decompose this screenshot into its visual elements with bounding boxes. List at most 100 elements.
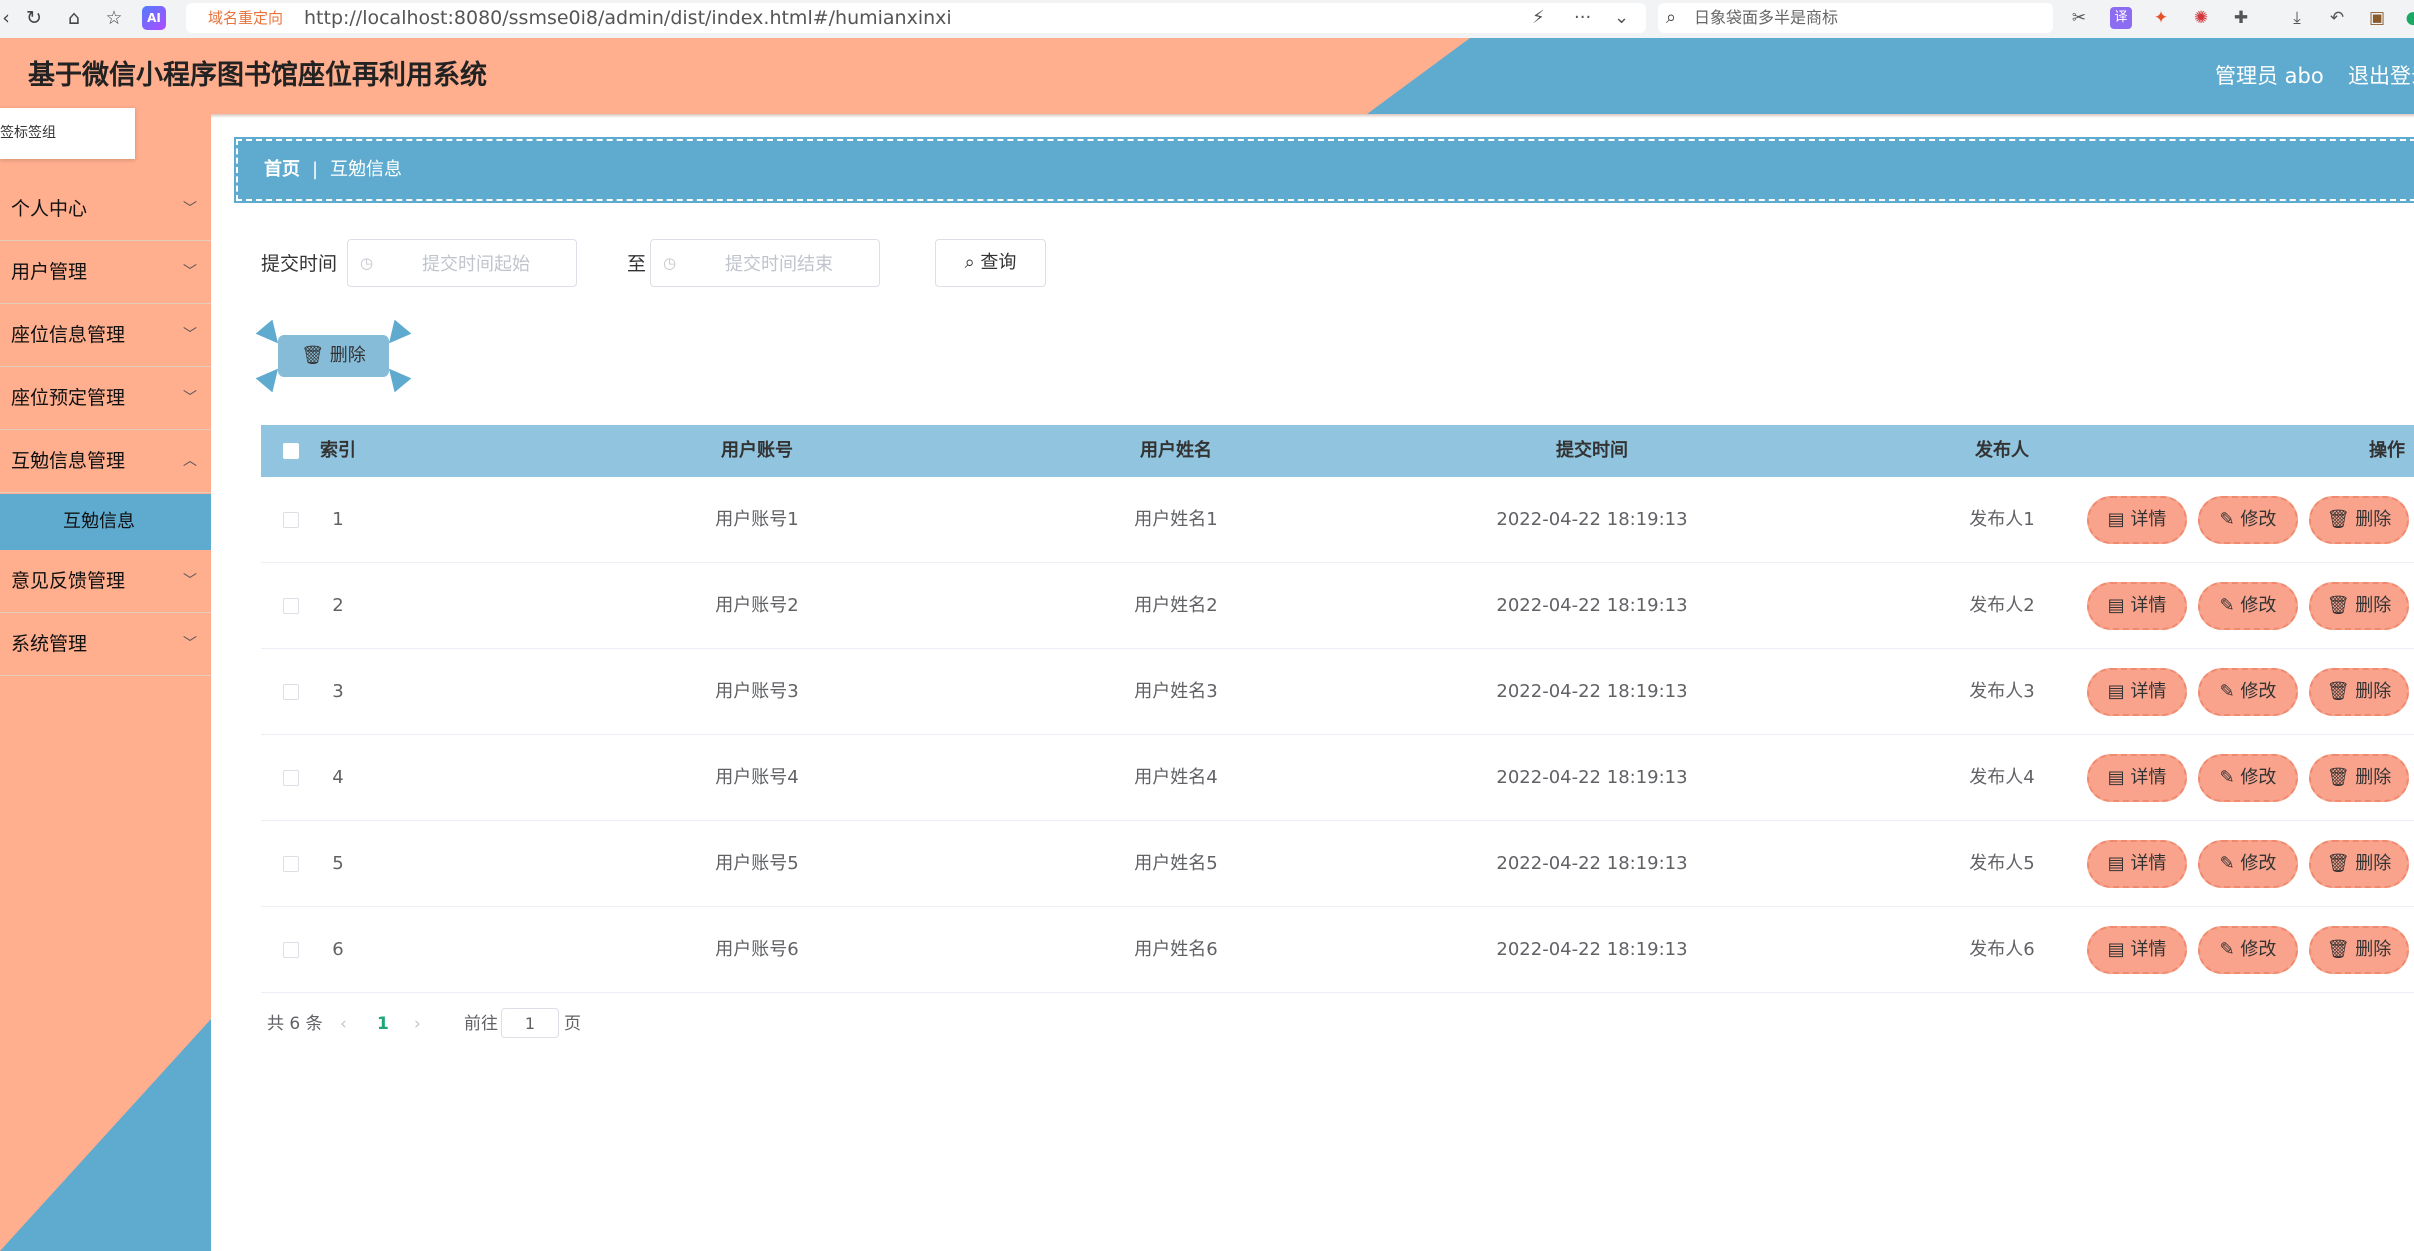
delete-button-label: 删除 [2355,595,2392,616]
more-dots-icon[interactable]: ··· [1574,3,1591,33]
detail-button-label: 详情 [2130,939,2167,960]
logout-link[interactable]: 退出登录 [2348,38,2414,114]
start-date-input[interactable] [384,248,568,280]
delete-button[interactable]: 🗑 删除 [2309,582,2409,630]
sidebar-item-label: 意见反馈管理 [11,570,126,592]
prev-page-icon[interactable]: ‹ [340,1004,347,1044]
cell-submit-time: 2022-04-22 18:19:13 [1496,767,1688,788]
bulk-delete-button[interactable]: 🗑 删除 [278,335,389,377]
detail-button[interactable]: ▤ 详情 [2087,668,2187,716]
row-checkbox[interactable] [283,942,299,958]
detail-button[interactable]: ▤ 详情 [2087,496,2187,544]
table-row: 3 用户账号3 用户姓名3 2022-04-22 18:19:13 发布人3 ▤… [261,649,2414,735]
delete-button[interactable]: 🗑 删除 [2309,926,2409,974]
cell-publisher: 发布人2 [1969,595,2035,616]
edit-button-label: 修改 [2240,681,2277,702]
sidebar-item-label: 座位信息管理 [11,324,126,346]
table-row: 5 用户账号5 用户姓名5 2022-04-22 18:19:13 发布人5 ▤… [261,821,2414,907]
edit-button[interactable]: ✎ 修改 [2198,496,2298,544]
address-bar[interactable]: 域名重定向 http://localhost:8080/ssmse0i8/adm… [186,3,1646,33]
chevron-down-icon[interactable]: ⌄ [1614,3,1629,33]
edit-button[interactable]: ✎ 修改 [2198,582,2298,630]
detail-button[interactable]: ▤ 详情 [2087,840,2187,888]
detail-button[interactable]: ▤ 详情 [2087,754,2187,802]
delete-button[interactable]: 🗑 删除 [2309,496,2409,544]
cell-account: 用户账号2 [715,595,799,616]
row-checkbox[interactable] [283,598,299,614]
cell-name: 用户姓名2 [1134,595,1218,616]
trash-icon: 🗑 [2326,939,2350,960]
url-text[interactable]: http://localhost:8080/ssmse0i8/admin/dis… [304,3,952,33]
next-page-icon[interactable]: › [414,1004,421,1044]
cell-submit-time: 2022-04-22 18:19:13 [1496,853,1688,874]
trash-icon: 🗑 [2326,767,2350,788]
row-checkbox[interactable] [283,770,299,786]
sidebar-item-seat-info[interactable]: 座位信息管理 ﹀ [0,304,211,367]
favorite-star-icon[interactable]: ☆ [102,6,126,30]
reload-icon[interactable]: ↻ [22,6,46,30]
cell-account: 用户账号4 [715,767,799,788]
trash-icon: 🗑 [2326,595,2350,616]
ai-assistant-icon[interactable]: AI [142,6,166,30]
download-icon[interactable]: ⤓ [2286,7,2308,29]
clock-icon: ◷ [360,254,374,272]
cell-publisher: 发布人3 [1969,681,2035,702]
delete-button[interactable]: 🗑 删除 [2309,840,2409,888]
delete-button[interactable]: 🗑 删除 [2309,668,2409,716]
delete-button-label: 删除 [2355,853,2392,874]
translate-extension-icon[interactable]: 译 [2110,7,2132,29]
column-header-name: 用户姓名 [1140,440,1212,461]
sidebar-item-personal-center[interactable]: 个人中心 ﹀ [0,178,211,241]
puzzle-red-extension-icon[interactable]: ✺ [2190,7,2212,29]
query-button[interactable]: ⌕ 查询 [935,239,1046,287]
row-checkbox[interactable] [283,856,299,872]
delete-button[interactable]: 🗑 删除 [2309,754,2409,802]
cell-index: 2 [332,595,344,616]
back-icon[interactable]: ‹ [0,6,18,30]
briefcase-icon[interactable]: ▣ [2366,7,2388,29]
lightning-icon[interactable]: ⚡ [1532,3,1545,33]
document-icon: ▤ [2107,767,2125,788]
edit-button[interactable]: ✎ 修改 [2198,754,2298,802]
cell-publisher: 发布人4 [1969,767,2035,788]
pencil-icon: ✎ [2219,595,2235,616]
home-icon[interactable]: ⌂ [62,6,86,30]
sidebar-item-feedback[interactable]: 意见反馈管理 ﹀ [0,550,211,613]
undo-icon[interactable]: ↶ [2326,7,2348,29]
game-extension-icon[interactable]: ✦ [2150,7,2172,29]
detail-button[interactable]: ▤ 详情 [2087,926,2187,974]
start-date-picker[interactable]: ◷ [347,239,577,287]
pencil-icon: ✎ [2219,681,2235,702]
cell-name: 用户姓名4 [1134,767,1218,788]
sidebar-item-system[interactable]: 系统管理 ﹀ [0,613,211,676]
table-row: 2 用户账号2 用户姓名2 2022-04-22 18:19:13 发布人2 ▤… [261,563,2414,649]
sidebar-item-seat-booking[interactable]: 座位预定管理 ﹀ [0,367,211,430]
search-icon: ⌕ [1666,7,1677,28]
extensions-icon[interactable]: ✚ [2230,7,2252,29]
cell-index: 4 [332,767,344,788]
select-all-checkbox[interactable] [283,443,299,459]
sidebar-item-mutual-info[interactable]: 互勉信息管理 ︿ [0,430,211,493]
edit-button[interactable]: ✎ 修改 [2198,926,2298,974]
scissors-icon[interactable]: ✂ [2068,7,2090,29]
edit-button[interactable]: ✎ 修改 [2198,840,2298,888]
page-number-current[interactable]: 1 [377,1004,389,1044]
browser-search-box[interactable]: ⌕ 日象袋面多半是商标 [1658,3,2053,33]
document-icon: ▤ [2107,853,2125,874]
sidebar-subitem-mutual-info[interactable]: 互勉信息 [0,494,211,550]
breadcrumb-home[interactable]: 首页 [264,141,300,199]
redirect-label: 域名重定向 [208,9,284,27]
row-checkbox[interactable] [283,512,299,528]
row-checkbox[interactable] [283,684,299,700]
profile-icon[interactable]: ● [2402,7,2414,29]
end-date-input[interactable] [687,248,871,280]
edit-button[interactable]: ✎ 修改 [2198,668,2298,716]
goto-page-input[interactable] [501,1008,559,1038]
submit-time-label: 提交时间 [261,253,338,275]
end-date-picker[interactable]: ◷ [650,239,880,287]
admin-user-label: 管理员 abo [2215,64,2324,88]
detail-button[interactable]: ▤ 详情 [2087,582,2187,630]
sidebar-item-user-management[interactable]: 用户管理 ﹀ [0,241,211,304]
pagination-total: 共 6 条 [267,1014,323,1034]
delete-button-label: 删除 [2355,767,2392,788]
